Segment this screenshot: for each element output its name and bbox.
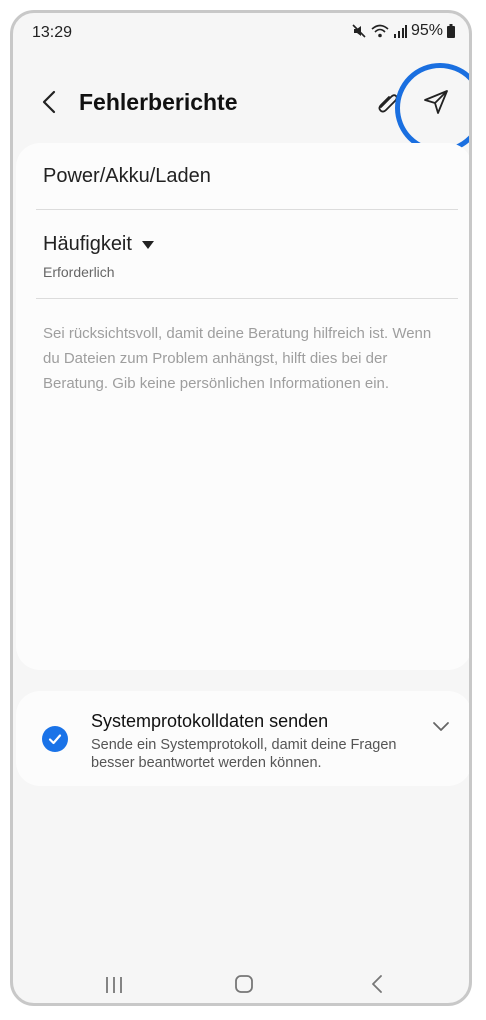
check-icon — [48, 734, 62, 745]
signal-icon — [393, 25, 407, 38]
divider — [36, 209, 458, 210]
page-title: Fehlerberichte — [79, 89, 238, 115]
system-log-title: Systemprotokolldaten senden — [91, 711, 329, 731]
mute-icon — [352, 24, 366, 38]
recent-apps-icon[interactable] — [103, 974, 125, 996]
battery-percent: 95% — [410, 22, 443, 39]
system-log-description: Sende ein Systemprotokoll, damit deine F… — [91, 737, 397, 771]
report-form: Power/Akku/Laden Häufigkeit Erforderlich… — [16, 143, 469, 670]
navigation-bar — [13, 963, 469, 1003]
dropdown-arrow-icon — [141, 240, 154, 249]
system-log-checkbox[interactable] — [42, 726, 68, 752]
system-log-option[interactable]: Systemprotokolldaten senden Sende ein Sy… — [16, 691, 469, 786]
battery-icon — [447, 24, 455, 38]
frequency-dropdown[interactable]: Häufigkeit — [43, 233, 154, 256]
back-icon[interactable] — [35, 87, 65, 117]
status-icons: 95% — [351, 22, 455, 40]
status-bar: 13:29 95% — [13, 13, 469, 53]
status-time: 13:29 — [32, 24, 73, 41]
chevron-down-icon[interactable] — [430, 715, 452, 737]
send-button-highlight — [395, 63, 469, 153]
frequency-label: Häufigkeit — [43, 233, 132, 255]
description-input[interactable]: Sei rücksichtsvoll, damit deine Beratung… — [43, 321, 443, 396]
wifi-icon — [371, 24, 389, 38]
subject-field[interactable]: Power/Akku/Laden — [43, 165, 211, 188]
phone-screen: 13:29 95% Fehlerberichte Power/Akku/Lade… — [10, 10, 472, 1006]
home-icon[interactable] — [233, 973, 255, 995]
back-nav-icon[interactable] — [366, 973, 388, 995]
divider — [36, 298, 458, 299]
frequency-required-hint: Erforderlich — [43, 264, 115, 280]
